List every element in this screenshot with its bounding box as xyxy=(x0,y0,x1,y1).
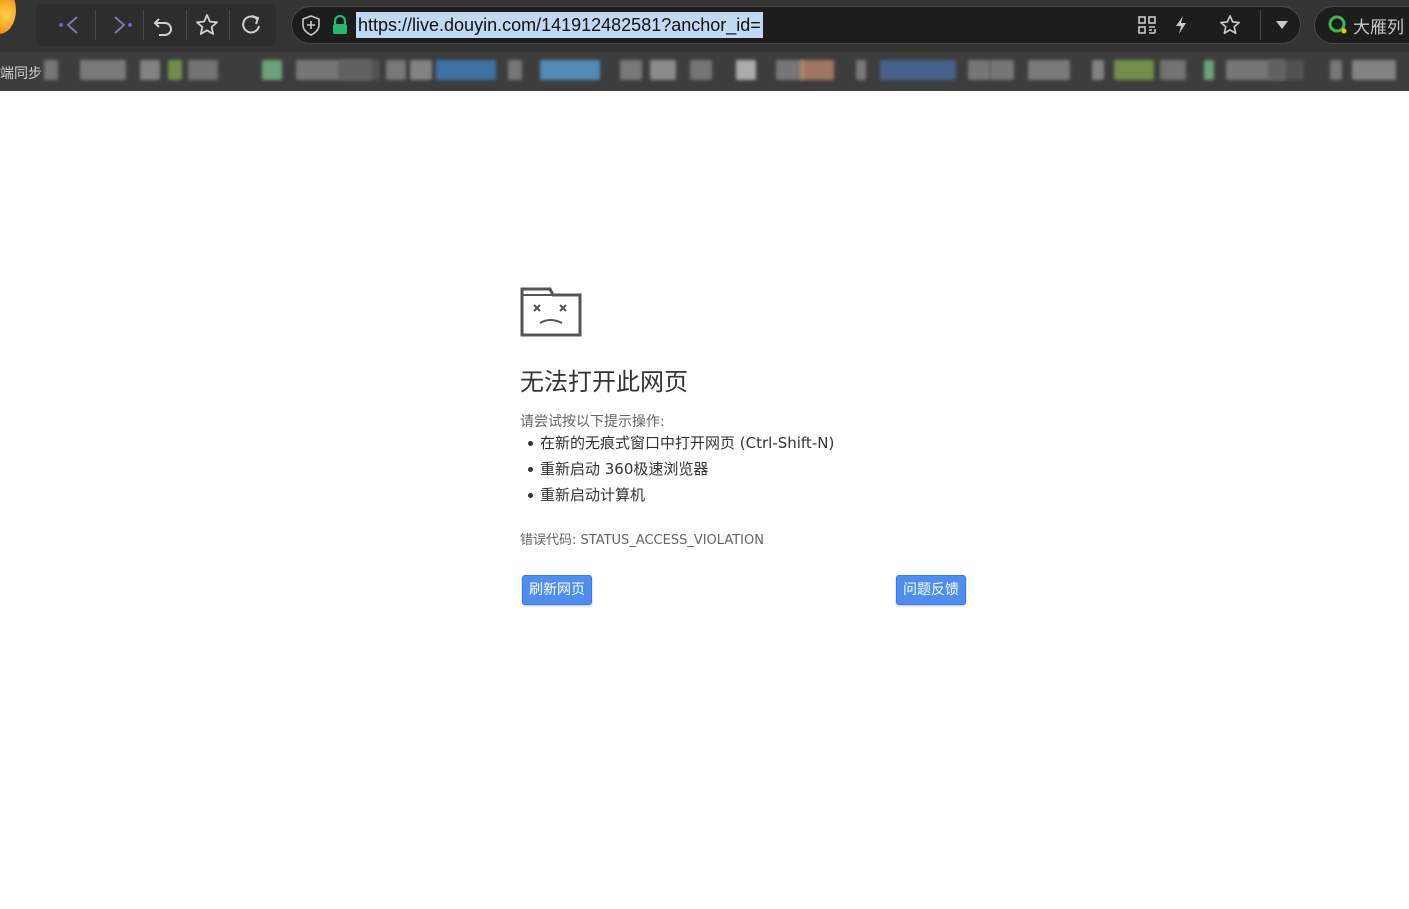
bookmark-item[interactable] xyxy=(436,60,496,80)
forward-icon xyxy=(114,16,132,34)
bookmark-item[interactable] xyxy=(188,60,218,80)
toolbar-divider xyxy=(95,10,96,40)
bookmark-item[interactable] xyxy=(140,60,160,80)
bookmark-item[interactable] xyxy=(880,60,956,80)
toolbar-divider xyxy=(1260,10,1261,40)
dropdown-icon[interactable] xyxy=(1270,13,1294,37)
bookmark-item[interactable] xyxy=(1028,60,1070,80)
bookmark-item[interactable] xyxy=(800,60,834,80)
bookmarks-bar: 端同步 xyxy=(0,52,1409,91)
search-engine-icon xyxy=(1326,13,1350,37)
suggestion-list: 在新的无痕式窗口中打开网页 (Ctrl-Shift-N) 重新启动 360极速浏… xyxy=(520,432,834,510)
bookmark-button[interactable] xyxy=(187,8,227,42)
undo-close-tab-button[interactable] xyxy=(143,8,183,42)
shield-icon[interactable] xyxy=(299,13,323,37)
back-icon xyxy=(59,16,78,34)
error-title: 无法打开此网页 xyxy=(520,368,688,396)
list-item: 重新启动 360极速浏览器 xyxy=(520,458,834,484)
bookmark-item[interactable] xyxy=(690,60,712,80)
bookmark-item[interactable] xyxy=(386,60,406,80)
bookmark-item[interactable] xyxy=(1160,60,1186,80)
error-hint: 请尝试按以下提示操作: xyxy=(520,414,665,430)
feedback-button[interactable]: 问题反馈 xyxy=(896,575,966,605)
bookmark-item[interactable] xyxy=(168,60,182,80)
bookmark-item[interactable] xyxy=(1114,60,1154,80)
sync-bookmark-label[interactable]: 端同步 xyxy=(0,63,42,83)
url-input[interactable]: https://live.douyin.com/141912482581?anc… xyxy=(356,12,763,38)
bookmark-item[interactable] xyxy=(44,60,58,80)
bookmark-item[interactable] xyxy=(736,60,756,80)
bookmark-item[interactable] xyxy=(990,60,1014,80)
undo-icon xyxy=(153,18,172,36)
bookmark-item[interactable] xyxy=(262,60,282,80)
qr-code-icon[interactable] xyxy=(1135,13,1159,37)
list-item: 在新的无痕式窗口中打开网页 (Ctrl-Shift-N) xyxy=(520,432,834,458)
bookmark-item[interactable] xyxy=(620,60,642,80)
star-icon xyxy=(196,14,218,35)
lock-icon[interactable] xyxy=(328,13,352,37)
bookmark-item[interactable] xyxy=(338,60,380,80)
bookmark-item[interactable] xyxy=(968,60,990,80)
sad-tab-icon xyxy=(520,287,582,337)
reload-icon xyxy=(242,15,260,34)
bookmark-item[interactable] xyxy=(508,60,522,80)
bookmark-item[interactable] xyxy=(1204,60,1214,80)
bookmark-item[interactable] xyxy=(540,60,600,80)
bookmark-item[interactable] xyxy=(80,60,126,80)
bookmark-item[interactable] xyxy=(1330,60,1342,80)
favorite-icon[interactable] xyxy=(1218,13,1242,37)
reload-page-button[interactable]: 刷新网页 xyxy=(522,575,592,605)
browser-logo-icon[interactable] xyxy=(0,0,16,34)
reload-button[interactable] xyxy=(231,8,271,42)
lightning-icon[interactable] xyxy=(1169,13,1193,37)
browser-toolbar: https://live.douyin.com/141912482581?anc… xyxy=(0,0,1409,52)
bookmark-item[interactable] xyxy=(650,60,676,80)
back-button[interactable] xyxy=(50,8,90,42)
search-input[interactable]: 大雁列 xyxy=(1353,13,1404,38)
bookmark-item[interactable] xyxy=(1092,60,1104,80)
error-code: 错误代码: STATUS_ACCESS_VIOLATION xyxy=(520,533,764,548)
list-item: 重新启动计算机 xyxy=(520,484,834,510)
bookmark-item[interactable] xyxy=(1352,60,1396,80)
forward-button[interactable] xyxy=(100,8,140,42)
bookmark-item[interactable] xyxy=(856,60,866,80)
toolbar-divider xyxy=(229,10,230,40)
bookmark-item[interactable] xyxy=(410,60,432,80)
bookmark-item[interactable] xyxy=(1268,60,1304,80)
